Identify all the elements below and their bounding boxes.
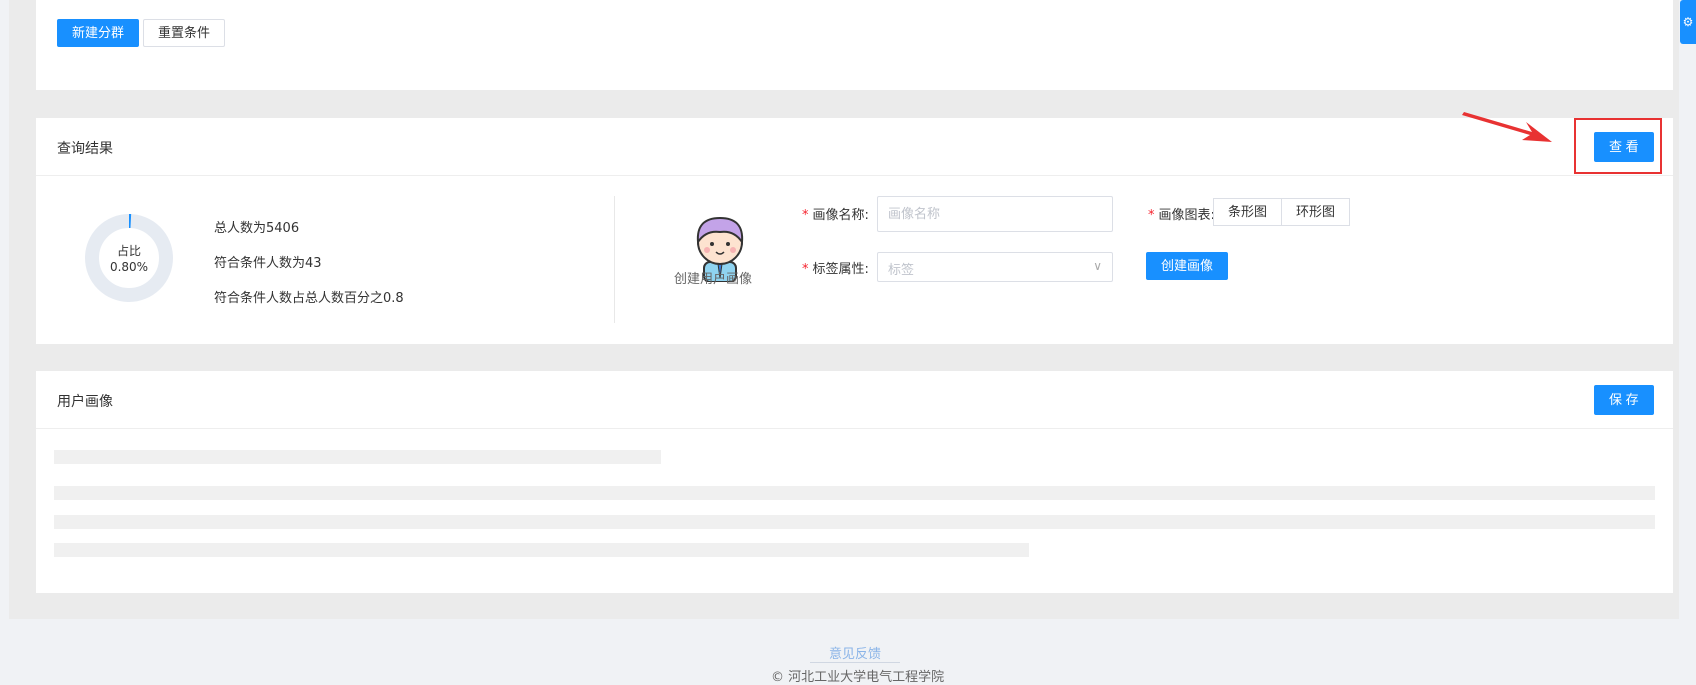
user-profile-title: 用户画像 [57,394,113,410]
donut-label: 占比 [117,243,141,258]
feedback-link[interactable]: 意见反馈 [829,643,881,662]
query-result-title: 查询结果 [57,141,113,157]
copyright-text: © 河北工业大学电气工程学院 [771,670,945,685]
profile-name-input[interactable] [877,196,1113,232]
chevron-down-icon: ∨ [1093,259,1102,273]
profile-name-label: * 画像名称: [802,208,869,223]
avatar-caption: 创建用户画像 [674,272,753,287]
stat-percentage: 符合条件人数占总人数百分之0.8 [214,291,404,306]
query-result-card: 查询结果 查 看 占比 0.80% 总人数为5406 符合条件人数为43 符合条… [36,118,1673,344]
stat-matched: 符合条件人数为43 [214,256,322,271]
loading-skeleton-line [54,450,661,464]
ring-chart-option[interactable]: 环形图 [1281,198,1351,226]
profile-chart-label: * 画像图表: [1148,208,1215,223]
tag-attribute-select[interactable]: 标签 ∨ [877,252,1113,282]
reset-conditions-button[interactable]: 重置条件 [143,19,226,47]
footer-divider [810,662,900,663]
donut-percent: 0.80% [110,260,148,274]
chart-type-group: 条形图 环形图 [1213,198,1351,226]
user-profile-card: 用户画像 保 存 [36,371,1673,593]
view-button[interactable]: 查 看 [1594,132,1654,162]
bar-chart-option[interactable]: 条形图 [1213,198,1283,226]
save-button[interactable]: 保 存 [1594,385,1654,415]
user-profile-header: 用户画像 保 存 [36,371,1673,429]
gear-icon: ⚙ [1682,15,1694,29]
section-divider [614,196,615,323]
tag-select-placeholder: 标签 [888,263,915,278]
side-settings-tab[interactable]: ⚙ [1680,0,1696,44]
query-result-header: 查询结果 查 看 [36,118,1673,176]
loading-skeleton-line [54,543,1029,557]
stat-total: 总人数为5406 [214,221,300,236]
filter-actions-card: 新建分群 重置条件 [36,0,1673,90]
annotation-arrow-icon [1462,112,1552,142]
create-profile-button[interactable]: 创建画像 [1146,252,1229,280]
new-group-button[interactable]: 新建分群 [57,19,140,47]
ratio-donut-chart: 占比 0.80% [85,214,173,302]
loading-skeleton-line [54,515,1655,529]
donut-track [85,214,173,302]
tag-attribute-label: * 标签属性: [802,262,869,277]
loading-skeleton-line [54,486,1655,500]
